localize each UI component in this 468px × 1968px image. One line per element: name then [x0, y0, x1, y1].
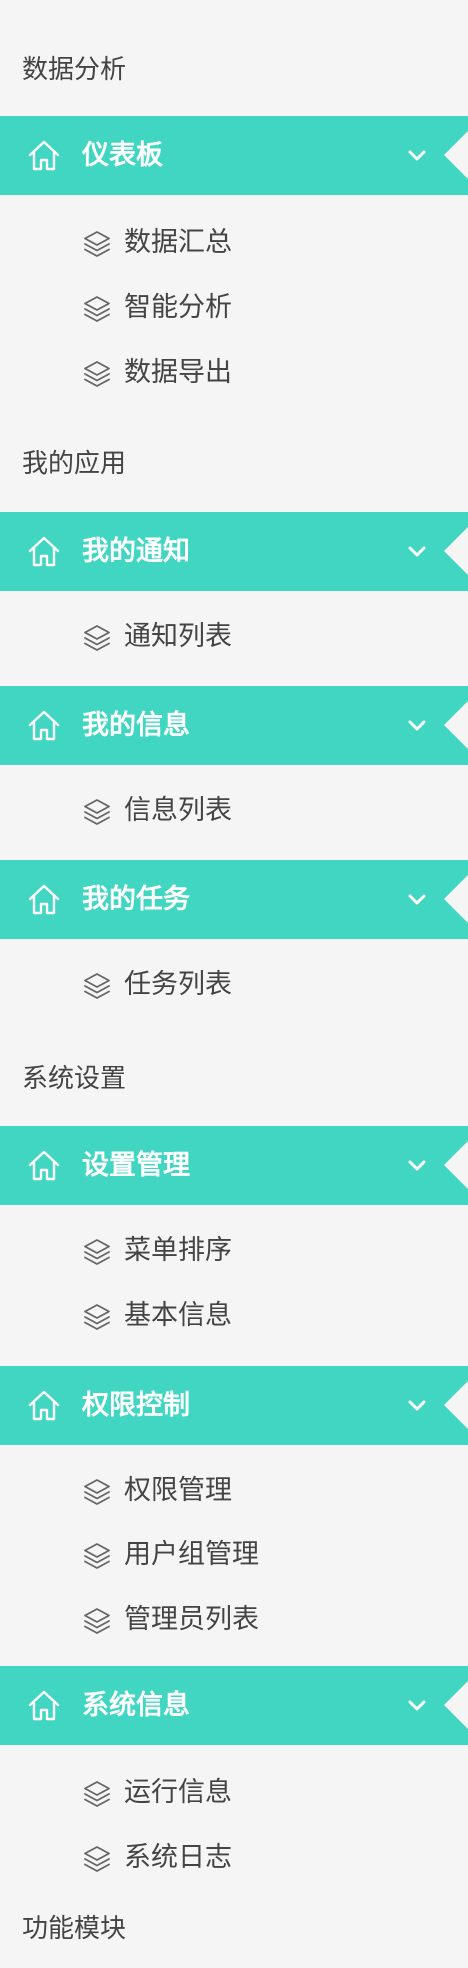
section-label-feature-modules: 功能模块 [22, 1914, 127, 1944]
chevron-down-icon [408, 546, 426, 557]
sub-item-label: 运行信息 [124, 1777, 232, 1808]
sub-item-label: 管理员列表 [124, 1604, 259, 1635]
menu-bar-title: 设置管理 [82, 1150, 190, 1181]
menu-bar-title: 权限控制 [82, 1390, 190, 1421]
sub-item-label: 通知列表 [124, 621, 232, 652]
sub-item-menu-sort[interactable]: 菜单排序 [0, 1223, 468, 1279]
menu-bar-title: 我的任务 [82, 884, 190, 915]
chevron-down-icon [408, 150, 426, 161]
sub-item-notification-list[interactable]: 通知列表 [0, 609, 468, 665]
chevron-down-icon [408, 720, 426, 731]
menu-bar-settings-management[interactable]: 设置管理 [0, 1126, 468, 1205]
sub-item-label: 数据导出 [124, 357, 232, 388]
sub-item-label: 基本信息 [124, 1300, 232, 1331]
sub-item-runtime-info[interactable]: 运行信息 [0, 1765, 468, 1821]
sub-item-data-export[interactable]: 数据导出 [0, 345, 468, 401]
home-icon [28, 710, 60, 741]
active-notch [444, 1681, 468, 1729]
sub-item-label: 系统日志 [124, 1842, 232, 1873]
layers-icon [84, 1239, 110, 1265]
active-notch [444, 875, 468, 923]
sidebar-nav: 数据分析 仪表板 数据汇总 智能分析 数据导出 我的应用 我的通知 通知列表 我… [0, 0, 468, 1968]
active-notch [444, 1141, 468, 1189]
menu-bar-my-tasks[interactable]: 我的任务 [0, 860, 468, 939]
layers-icon [84, 296, 110, 322]
menu-bar-title: 我的信息 [82, 710, 190, 741]
layers-icon [84, 973, 110, 999]
home-icon [28, 884, 60, 915]
sub-item-label: 任务列表 [124, 969, 232, 1000]
sub-item-user-group-management[interactable]: 用户组管理 [0, 1527, 468, 1583]
layers-icon [84, 1543, 110, 1569]
sub-item-permission-management[interactable]: 权限管理 [0, 1463, 468, 1519]
layers-icon [84, 799, 110, 825]
sub-item-task-list[interactable]: 任务列表 [0, 957, 468, 1013]
sub-item-label: 菜单排序 [124, 1235, 232, 1266]
menu-bar-my-info[interactable]: 我的信息 [0, 686, 468, 765]
home-icon [28, 1150, 60, 1181]
layers-icon [84, 1479, 110, 1505]
menu-bar-permission-control[interactable]: 权限控制 [0, 1366, 468, 1445]
layers-icon [84, 1304, 110, 1330]
sub-item-info-list[interactable]: 信息列表 [0, 783, 468, 839]
chevron-down-icon [408, 1700, 426, 1711]
sub-item-basic-info[interactable]: 基本信息 [0, 1288, 468, 1344]
section-label-data-analysis: 数据分析 [22, 55, 127, 85]
home-icon [28, 536, 60, 567]
active-notch [444, 701, 468, 749]
menu-bar-my-notifications[interactable]: 我的通知 [0, 512, 468, 591]
layers-icon [84, 1846, 110, 1872]
chevron-down-icon [408, 1160, 426, 1171]
chevron-down-icon [408, 894, 426, 905]
sub-item-label: 数据汇总 [124, 227, 232, 258]
menu-bar-title: 系统信息 [82, 1690, 190, 1721]
menu-bar-dashboard[interactable]: 仪表板 [0, 116, 468, 195]
sub-item-label: 用户组管理 [124, 1539, 259, 1570]
layers-icon [84, 361, 110, 387]
layers-icon [84, 231, 110, 257]
sub-item-smart-analysis[interactable]: 智能分析 [0, 280, 468, 336]
sub-item-label: 智能分析 [124, 292, 232, 323]
sub-item-label: 权限管理 [124, 1475, 232, 1506]
layers-icon [84, 625, 110, 651]
menu-bar-title: 仪表板 [82, 140, 163, 171]
home-icon [28, 1390, 60, 1421]
sub-item-system-log[interactable]: 系统日志 [0, 1830, 468, 1886]
menu-bar-system-info[interactable]: 系统信息 [0, 1666, 468, 1745]
sub-item-label: 信息列表 [124, 795, 232, 826]
sub-item-admin-list[interactable]: 管理员列表 [0, 1592, 468, 1648]
chevron-down-icon [408, 1400, 426, 1411]
active-notch [444, 131, 468, 179]
section-label-system-settings: 系统设置 [22, 1064, 127, 1094]
layers-icon [84, 1781, 110, 1807]
layers-icon [84, 1608, 110, 1634]
home-icon [28, 140, 60, 171]
section-label-my-apps: 我的应用 [22, 449, 127, 479]
sub-item-data-summary[interactable]: 数据汇总 [0, 215, 468, 271]
active-notch [444, 527, 468, 575]
menu-bar-title: 我的通知 [82, 536, 190, 567]
active-notch [444, 1381, 468, 1429]
home-icon [28, 1690, 60, 1721]
